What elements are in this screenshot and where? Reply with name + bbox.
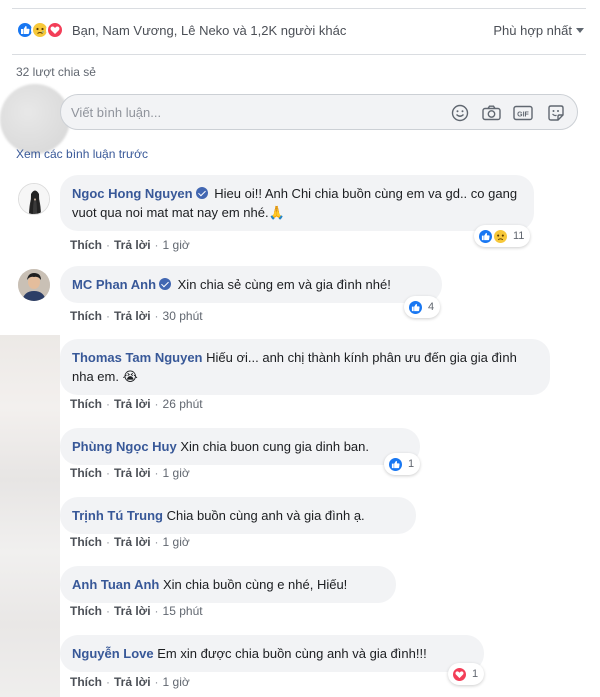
divider <box>12 8 586 9</box>
verified-badge-icon <box>159 278 172 290</box>
timestamp[interactable]: 1 giờ <box>163 535 190 549</box>
separator: · <box>106 309 110 323</box>
separator: · <box>154 535 159 549</box>
comment-actions: Thích · Trả lời · 1 giờ <box>70 466 190 480</box>
comment-actions: Thích · Trả lời · 26 phút <box>70 397 203 411</box>
reply-button[interactable]: Trả lời <box>114 309 151 323</box>
reply-button[interactable]: Trả lời <box>114 604 151 618</box>
like-button[interactable]: Thích <box>70 466 102 480</box>
comment-author[interactable]: Anh Tuan Anh <box>72 577 159 592</box>
comment-input[interactable] <box>71 95 431 129</box>
comment-bubble: Thomas Tam Nguyen Hiếu ơi... anh chị thà… <box>60 339 550 395</box>
reaction-count: 1 <box>472 668 479 680</box>
like-button[interactable]: Thích <box>70 397 102 411</box>
comment-author[interactable]: Trịnh Tú Trung <box>72 508 163 523</box>
comment-bubble: Trịnh Tú Trung Chia buồn cùng anh và gia… <box>60 497 416 534</box>
comment-reactions[interactable]: 1 <box>448 663 485 685</box>
emoji-icon[interactable] <box>450 103 470 123</box>
blurred-avatars <box>0 335 60 697</box>
reply-button[interactable]: Trả lời <box>114 675 151 689</box>
comment-text: Xin chia buồn cùng e nhé, Hiếu! <box>163 577 348 592</box>
separator: · <box>106 238 110 252</box>
separator: · <box>106 675 110 689</box>
comment-text: Xin chia sẻ cùng em và gia đình nhé! <box>177 277 391 292</box>
comment-text: Xin chia buon cung gia dinh ban. <box>180 439 369 454</box>
camera-icon[interactable] <box>481 103 501 123</box>
separator: · <box>154 675 159 689</box>
reaction-count: 1 <box>408 458 415 470</box>
svg-text:GIF: GIF <box>517 111 529 118</box>
comment-composer[interactable]: GIF <box>60 94 578 130</box>
comment-bubble: Ngoc Hong Nguyen Hieu oi!! Anh Chi chia … <box>60 175 534 231</box>
comment-bubble: MC Phan Anh Xin chia sẻ cùng em và gia đ… <box>60 266 442 303</box>
chevron-down-icon[interactable] <box>576 28 584 33</box>
timestamp[interactable]: 1 giờ <box>163 466 190 480</box>
comment-author[interactable]: Nguyễn Love <box>72 646 154 661</box>
comment-reactions[interactable]: 11 <box>474 225 531 247</box>
separator: · <box>106 604 110 618</box>
like-button[interactable]: Thích <box>70 535 102 549</box>
reply-button[interactable]: Trả lời <box>114 238 151 252</box>
separator: · <box>154 466 159 480</box>
love-icon <box>451 665 468 683</box>
sort-dropdown[interactable]: Phù hợp nhất <box>493 23 572 38</box>
like-button[interactable]: Thích <box>70 604 102 618</box>
timestamp[interactable]: 1 giờ <box>163 675 190 689</box>
share-count[interactable]: 32 lượt chia sẻ <box>16 65 96 79</box>
love-icon <box>46 21 64 39</box>
reaction-count: 11 <box>513 230 525 242</box>
like-button[interactable]: Thích <box>70 675 102 689</box>
like-icon <box>387 455 404 473</box>
timestamp[interactable]: 30 phút <box>163 309 203 323</box>
separator: · <box>106 397 110 411</box>
avatar <box>0 84 70 154</box>
comment-text: Em xin được chia buồn cùng anh và gia đì… <box>157 646 427 661</box>
comment-text: Chia buồn cùng anh và gia đình ạ. <box>166 508 365 523</box>
gif-icon[interactable]: GIF <box>513 103 533 123</box>
comment-author[interactable]: Ngoc Hong Nguyen <box>72 186 193 201</box>
comment-bubble: Phùng Ngọc Huy Xin chia buon cung gia di… <box>60 428 420 465</box>
comment-reactions[interactable]: 4 <box>404 296 441 318</box>
reactions-summary: Bạn, Nam Vương, Lê Neko và 1,2K người kh… <box>0 0 600 60</box>
comment-actions: Thích · Trả lời · 15 phút <box>70 604 203 618</box>
separator: · <box>106 466 110 480</box>
timestamp[interactable]: 26 phút <box>163 397 203 411</box>
comment-bubble: Anh Tuan Anh Xin chia buồn cùng e nhé, H… <box>60 566 396 603</box>
comment-actions: Thích · Trả lời · 1 giờ <box>70 675 190 689</box>
comment-author[interactable]: MC Phan Anh <box>72 277 156 292</box>
timestamp[interactable]: 15 phút <box>163 604 203 618</box>
reply-button[interactable]: Trả lời <box>114 397 151 411</box>
timestamp[interactable]: 1 giờ <box>163 238 190 252</box>
comment-actions: Thích · Trả lời · 30 phút <box>70 309 203 323</box>
avatar[interactable] <box>18 183 50 215</box>
reply-button[interactable]: Trả lời <box>114 535 151 549</box>
reply-button[interactable]: Trả lời <box>114 466 151 480</box>
separator: · <box>154 604 159 618</box>
comment-reactions[interactable]: 1 <box>384 453 421 475</box>
comment-author[interactable]: Thomas Tam Nguyen <box>72 350 203 365</box>
like-button[interactable]: Thích <box>70 309 102 323</box>
separator: · <box>106 535 110 549</box>
comment-actions: Thích · Trả lời · 1 giờ <box>70 535 190 549</box>
comment-bubble: Nguyễn Love Em xin được chia buồn cùng a… <box>60 635 484 672</box>
reaction-icons[interactable] <box>16 21 64 39</box>
avatar[interactable] <box>18 269 50 301</box>
separator: · <box>154 309 159 323</box>
sticker-icon[interactable] <box>546 103 566 123</box>
verified-badge-icon <box>195 187 208 199</box>
reaction-count: 4 <box>428 301 435 313</box>
separator: · <box>154 397 159 411</box>
divider <box>12 54 586 55</box>
reaction-names[interactable]: Bạn, Nam Vương, Lê Neko và 1,2K người kh… <box>72 23 346 38</box>
view-previous-comments-link[interactable]: Xem các bình luận trước <box>16 147 148 161</box>
comment-actions: Thích · Trả lời · 1 giờ <box>70 238 190 252</box>
separator: · <box>154 238 159 252</box>
sad-icon <box>492 227 509 245</box>
like-icon <box>407 298 424 316</box>
like-button[interactable]: Thích <box>70 238 102 252</box>
comment-author[interactable]: Phùng Ngọc Huy <box>72 439 177 454</box>
